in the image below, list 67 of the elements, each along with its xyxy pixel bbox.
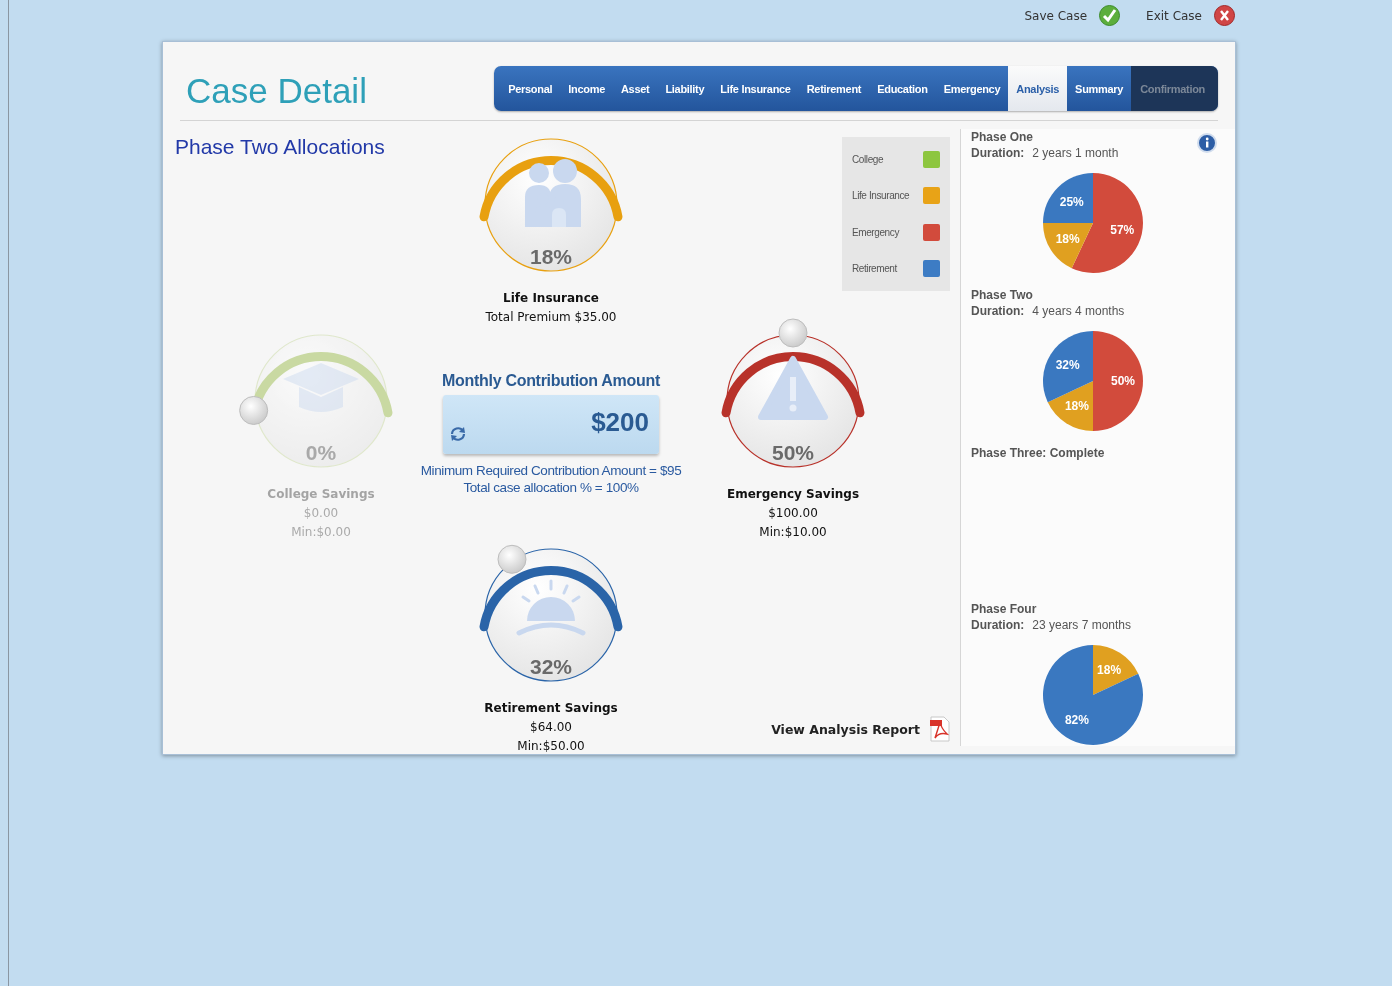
- slice-label: 50%: [1111, 374, 1135, 388]
- percent-value: 32%: [530, 655, 572, 678]
- sunrise-icon: [516, 579, 586, 636]
- legend-label: College: [852, 153, 884, 165]
- section-title: Phase Two Allocations: [175, 135, 385, 159]
- phase-title: Phase Three: Complete: [971, 445, 1105, 461]
- contribution-note: Total case allocation % = 100%: [463, 479, 639, 496]
- allocation-name: Life Insurance: [503, 290, 599, 307]
- nav-tab[interactable]: Asset: [612, 66, 658, 111]
- slice-label: 18%: [1055, 232, 1080, 247]
- percent-value: 50%: [772, 441, 814, 464]
- allocation-detail: Min:$0.00: [291, 524, 351, 541]
- slice-label: 18%: [1064, 399, 1089, 414]
- contribution-field[interactable]: $200: [443, 395, 659, 454]
- percent-value: 18%: [530, 245, 572, 268]
- pdf-icon: [930, 716, 950, 742]
- slice-label: 18%: [1097, 662, 1122, 677]
- slice-label: 32%: [1055, 357, 1080, 372]
- duration-label: Duration:: [971, 617, 1025, 633]
- nav-tab[interactable]: Education: [869, 66, 936, 111]
- legend-label: Life Insurance: [852, 190, 910, 202]
- refresh-icon[interactable]: [449, 426, 467, 442]
- nav-tab[interactable]: Liability: [657, 66, 713, 111]
- duration-label: Duration:: [971, 145, 1025, 161]
- allocation-name: Retirement Savings: [484, 700, 618, 717]
- allocation-name: College Savings: [267, 486, 375, 503]
- duration-value: 2 years 1 month: [1032, 145, 1119, 161]
- warning-icon: [758, 356, 828, 420]
- legend-label: Emergency: [852, 226, 899, 238]
- page-title: Case Detail: [186, 71, 367, 111]
- allocation-detail: Min:$50.00: [517, 738, 585, 755]
- exit-case-button[interactable]: Exit Case: [1146, 5, 1235, 26]
- slice-label: 82%: [1064, 713, 1089, 728]
- contribution-note: Minimum Required Contribution Amount = $95: [420, 462, 682, 479]
- check-icon: [1099, 5, 1121, 26]
- allocation-detail: $0.00: [303, 505, 339, 522]
- allocation-detail: $100.00: [768, 505, 818, 522]
- slider-handle[interactable]: [497, 544, 527, 574]
- allocation-detail: $64.00: [530, 719, 572, 736]
- legend-label: Retirement: [852, 263, 897, 275]
- family-icon: [525, 159, 581, 227]
- allocation-detail: Total Premium $35.00: [485, 309, 617, 326]
- info-icon[interactable]: [1197, 133, 1217, 153]
- allocation-name: Emergency Savings: [726, 486, 860, 503]
- percent-value: 0%: [305, 441, 337, 464]
- nav-tab[interactable]: Life Insurance: [712, 66, 799, 111]
- duration-value: 4 years 4 months: [1032, 303, 1125, 319]
- graduation-cap-icon: [283, 363, 359, 412]
- slice-label: 25%: [1059, 194, 1084, 209]
- save-case-button[interactable]: Save Case: [1024, 5, 1121, 26]
- contribution-title: Monthly Contribution Amount: [442, 372, 660, 390]
- duration-label: Duration:: [971, 303, 1025, 319]
- nav-tab[interactable]: Retirement: [798, 66, 870, 111]
- duration-value: 23 years 7 months: [1032, 617, 1132, 633]
- view-report-link[interactable]: View Analysis Report: [771, 716, 950, 742]
- nav-tab[interactable]: Emergency: [935, 66, 1009, 111]
- slice-label: 57%: [1110, 222, 1135, 237]
- nav-tab[interactable]: Analysis: [1008, 66, 1068, 111]
- phase-title: Phase Two: [971, 287, 1033, 303]
- nav-tab[interactable]: Income: [560, 66, 613, 111]
- phase-title: Phase Four: [971, 601, 1037, 617]
- nav-tab[interactable]: Personal: [500, 66, 561, 111]
- close-icon: [1214, 5, 1235, 26]
- allocation-detail: Min:$10.00: [759, 524, 827, 541]
- slider-handle[interactable]: [778, 318, 808, 348]
- nav-tab[interactable]: Summary: [1067, 66, 1132, 111]
- phase-title: Phase One: [971, 129, 1034, 145]
